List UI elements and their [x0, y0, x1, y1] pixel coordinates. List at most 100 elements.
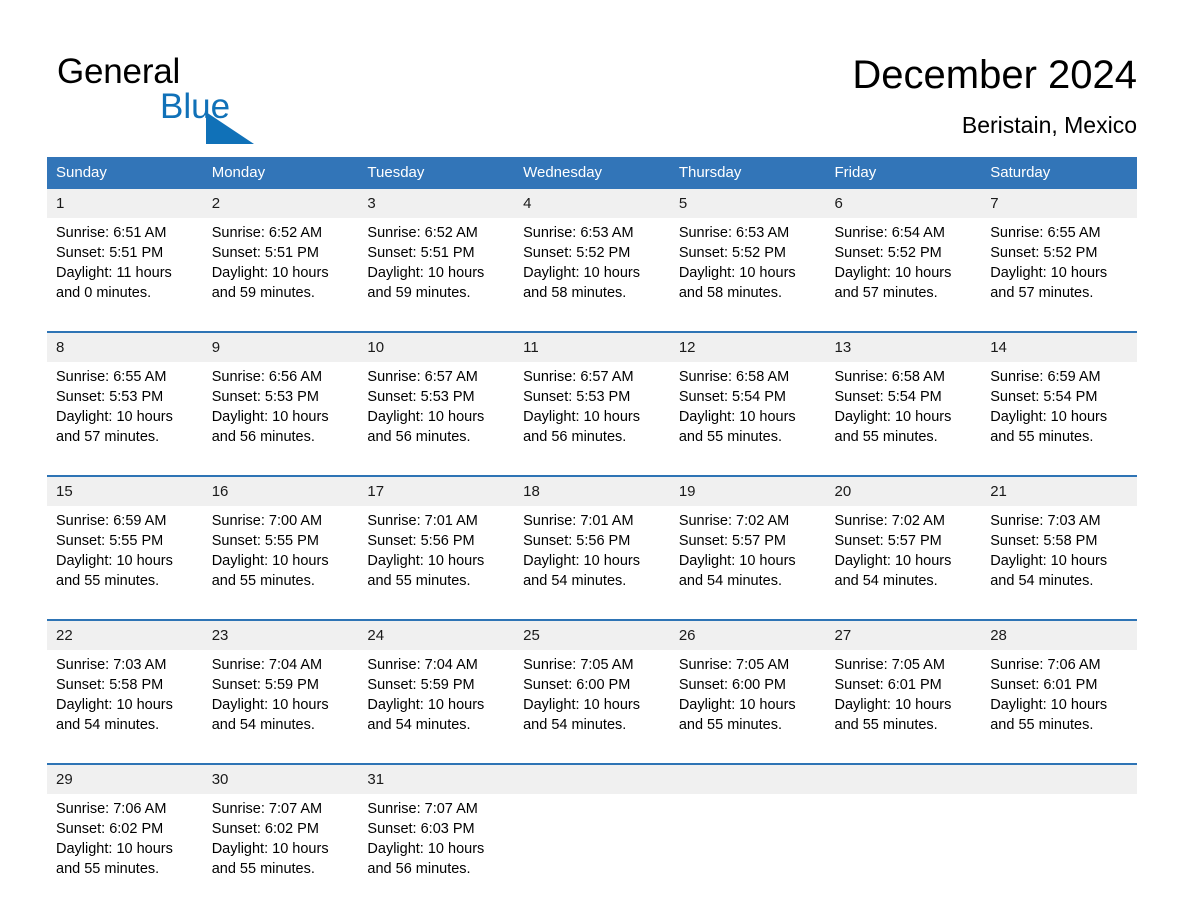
page-title: December 2024 [852, 53, 1137, 97]
day-number[interactable]: 26 [669, 619, 826, 650]
day-cell[interactable]: Sunrise: 7:01 AM Sunset: 5:56 PM Dayligh… [358, 506, 515, 620]
day-cell[interactable]: Sunrise: 7:02 AM Sunset: 5:57 PM Dayligh… [669, 506, 826, 620]
day-number[interactable]: 28 [981, 619, 1137, 650]
daylight-text-line2: and 56 minutes. [367, 861, 471, 877]
sunset-text: Sunset: 5:56 PM [367, 533, 475, 549]
day-number[interactable]: 22 [47, 619, 203, 650]
calendar-body: 1 2 3 4 5 6 7 Sunrise: 6:51 AM Sunset: 5… [47, 189, 1137, 907]
day-cell[interactable]: Sunrise: 7:07 AM Sunset: 6:02 PM Dayligh… [202, 794, 359, 907]
day-cell[interactable]: Sunrise: 6:56 AM Sunset: 5:53 PM Dayligh… [202, 362, 359, 476]
day-number[interactable]: 14 [981, 331, 1137, 362]
day-number[interactable]: 10 [358, 331, 515, 362]
day-cell[interactable]: Sunrise: 6:55 AM Sunset: 5:53 PM Dayligh… [47, 362, 203, 476]
day-cell[interactable]: Sunrise: 6:53 AM Sunset: 5:52 PM Dayligh… [669, 218, 826, 332]
day-number[interactable]: 24 [358, 619, 515, 650]
day-cell[interactable]: Sunrise: 7:04 AM Sunset: 5:59 PM Dayligh… [358, 650, 515, 764]
day-number[interactable]: 2 [202, 189, 359, 218]
daylight-text-line2: and 55 minutes. [990, 717, 1094, 733]
day-cell[interactable]: Sunrise: 7:00 AM Sunset: 5:55 PM Dayligh… [202, 506, 359, 620]
day-number[interactable]: 4 [514, 189, 670, 218]
day-cell[interactable]: Sunrise: 7:01 AM Sunset: 5:56 PM Dayligh… [514, 506, 670, 620]
day-cell[interactable]: Sunrise: 7:04 AM Sunset: 5:59 PM Dayligh… [202, 650, 359, 764]
day-number[interactable]: 9 [202, 331, 359, 362]
sunset-text: Sunset: 5:51 PM [56, 245, 164, 261]
day-cell[interactable]: Sunrise: 6:58 AM Sunset: 5:54 PM Dayligh… [669, 362, 826, 476]
weekday-header-tuesday: Tuesday [358, 157, 515, 189]
day-number[interactable]: 19 [669, 475, 826, 506]
sunrise-text: Sunrise: 7:01 AM [367, 513, 478, 529]
day-number[interactable]: 16 [202, 475, 359, 506]
daylight-text-line2: and 54 minutes. [990, 573, 1094, 589]
day-cell[interactable]: Sunrise: 6:54 AM Sunset: 5:52 PM Dayligh… [825, 218, 982, 332]
sunrise-text: Sunrise: 6:53 AM [523, 225, 634, 241]
daylight-text-line2: and 56 minutes. [523, 429, 627, 445]
day-number[interactable]: 15 [47, 475, 203, 506]
sunrise-sunset-calendar-table: Sunday Monday Tuesday Wednesday Thursday… [47, 157, 1137, 907]
day-number[interactable]: 1 [47, 189, 203, 218]
daylight-text-line1: Daylight: 10 hours [211, 265, 329, 281]
day-number[interactable]: 25 [514, 619, 670, 650]
day-number[interactable]: 27 [825, 619, 982, 650]
day-number[interactable]: 29 [47, 763, 203, 794]
daylight-text-line1: Daylight: 10 hours [211, 553, 329, 569]
sunset-text: Sunset: 5:59 PM [211, 677, 319, 693]
title-block: December 2024 Beristain, Mexico [852, 51, 1137, 140]
sunrise-text: Sunrise: 7:03 AM [56, 657, 167, 673]
day-cell[interactable]: Sunrise: 6:57 AM Sunset: 5:53 PM Dayligh… [358, 362, 515, 476]
day-number[interactable]: 11 [514, 331, 670, 362]
sunrise-text: Sunrise: 6:54 AM [834, 225, 945, 241]
sunset-text: Sunset: 5:53 PM [523, 389, 631, 405]
day-cell[interactable]: Sunrise: 7:06 AM Sunset: 6:02 PM Dayligh… [47, 794, 203, 907]
day-number[interactable]: 6 [825, 189, 982, 218]
day-number[interactable]: 21 [981, 475, 1137, 506]
day-number[interactable]: 8 [47, 331, 203, 362]
day-number[interactable]: 5 [669, 189, 826, 218]
day-cell[interactable]: Sunrise: 6:53 AM Sunset: 5:52 PM Dayligh… [514, 218, 670, 332]
day-number[interactable]: 30 [202, 763, 359, 794]
sunrise-text: Sunrise: 6:55 AM [56, 369, 167, 385]
sunset-text: Sunset: 5:57 PM [834, 533, 942, 549]
day-number[interactable]: 18 [514, 475, 670, 506]
sunrise-text: Sunrise: 7:05 AM [834, 657, 945, 673]
day-number[interactable]: 12 [669, 331, 826, 362]
day-cell[interactable]: Sunrise: 7:07 AM Sunset: 6:03 PM Dayligh… [358, 794, 515, 907]
day-cell[interactable]: Sunrise: 6:58 AM Sunset: 5:54 PM Dayligh… [825, 362, 982, 476]
sunset-text: Sunset: 5:57 PM [678, 533, 787, 549]
day-number[interactable]: 13 [825, 331, 982, 362]
sunset-text: Sunset: 6:00 PM [678, 677, 787, 693]
day-cell[interactable]: Sunrise: 7:05 AM Sunset: 6:00 PM Dayligh… [669, 650, 826, 764]
day-cell[interactable]: Sunrise: 6:55 AM Sunset: 5:52 PM Dayligh… [981, 218, 1137, 332]
day-cell[interactable]: Sunrise: 7:03 AM Sunset: 5:58 PM Dayligh… [981, 506, 1137, 620]
day-cell[interactable]: Sunrise: 6:59 AM Sunset: 5:55 PM Dayligh… [47, 506, 203, 620]
day-cell[interactable]: Sunrise: 7:05 AM Sunset: 6:00 PM Dayligh… [514, 650, 670, 764]
sunrise-text: Sunrise: 7:04 AM [211, 657, 323, 673]
day-cell[interactable]: Sunrise: 6:52 AM Sunset: 5:51 PM Dayligh… [358, 218, 515, 332]
weekday-header-thursday: Thursday [669, 157, 826, 189]
location-subtitle: Beristain, Mexico [961, 112, 1137, 138]
day-number[interactable]: 20 [825, 475, 982, 506]
day-cell-empty [669, 794, 826, 907]
weekday-header-saturday: Saturday [981, 157, 1137, 189]
day-number[interactable]: 17 [358, 475, 515, 506]
sunset-text: Sunset: 5:54 PM [834, 389, 942, 405]
generalblue-logo[interactable]: General Blue [57, 52, 317, 144]
day-cell[interactable]: Sunrise: 7:03 AM Sunset: 5:58 PM Dayligh… [47, 650, 203, 764]
day-cell[interactable]: Sunrise: 6:59 AM Sunset: 5:54 PM Dayligh… [981, 362, 1137, 476]
day-number[interactable]: 7 [981, 189, 1137, 218]
day-cell[interactable]: Sunrise: 7:02 AM Sunset: 5:57 PM Dayligh… [825, 506, 982, 620]
daylight-text-line1: Daylight: 10 hours [834, 409, 952, 425]
sunset-text: Sunset: 5:58 PM [990, 533, 1098, 549]
day-number[interactable]: 31 [358, 763, 515, 794]
day-cell[interactable]: Sunrise: 7:05 AM Sunset: 6:01 PM Dayligh… [825, 650, 982, 764]
day-cell[interactable]: Sunrise: 6:51 AM Sunset: 5:51 PM Dayligh… [47, 218, 203, 332]
day-cell[interactable]: Sunrise: 6:52 AM Sunset: 5:51 PM Dayligh… [202, 218, 359, 332]
day-cell[interactable]: Sunrise: 7:06 AM Sunset: 6:01 PM Dayligh… [981, 650, 1137, 764]
day-number[interactable]: 23 [202, 619, 359, 650]
week-4-daynumber-row: 22 23 24 25 26 27 28 [47, 619, 1137, 650]
sunrise-text: Sunrise: 6:52 AM [367, 225, 478, 241]
day-number[interactable]: 3 [358, 189, 515, 218]
daylight-text-line2: and 55 minutes. [211, 573, 315, 589]
day-cell[interactable]: Sunrise: 6:57 AM Sunset: 5:53 PM Dayligh… [514, 362, 670, 476]
daylight-text-line2: and 56 minutes. [211, 429, 315, 445]
weekday-header-friday: Friday [825, 157, 982, 189]
